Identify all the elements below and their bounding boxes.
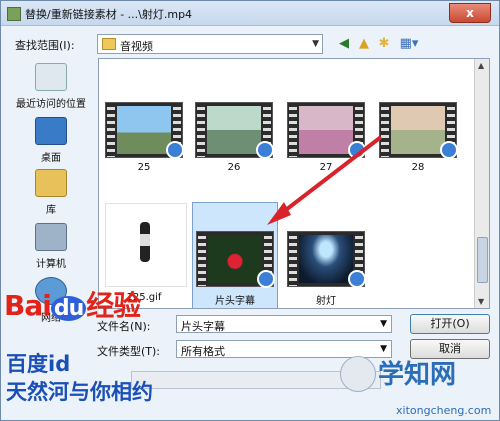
filetype-value: 所有格式 xyxy=(181,345,225,358)
close-button[interactable]: x xyxy=(449,3,491,23)
app-icon xyxy=(7,7,21,21)
site-watermark: 学知网 xyxy=(378,360,457,390)
scrollbar-thumb[interactable] xyxy=(477,237,488,283)
baidu-jingyan-logo: Bai du 经验 xyxy=(4,289,141,322)
libraries-icon xyxy=(35,169,67,197)
folder-icon xyxy=(102,38,116,50)
title-bar: 替换/重新链接素材 - ...\射灯.mp4 x xyxy=(1,1,499,26)
place-computer[interactable]: 计算机 xyxy=(7,223,95,270)
vertical-scrollbar[interactable]: ▲ ▼ xyxy=(474,59,489,308)
place-label: 最近访问的位置 xyxy=(16,99,86,110)
back-icon[interactable]: ◀ xyxy=(335,35,353,53)
lookin-select[interactable]: 音视频 ▼ xyxy=(97,34,323,54)
open-button[interactable]: 打开(O) xyxy=(410,314,490,334)
computer-icon xyxy=(35,223,67,251)
place-label: 计算机 xyxy=(36,259,66,270)
file-list[interactable]: 25 26 27 28 125.gif 片头字幕 射灯 ▲ ▼ xyxy=(98,58,490,309)
place-desktop[interactable]: 桌面 xyxy=(7,117,95,164)
watermark-line-2: 天然河与你相约 xyxy=(6,380,153,404)
place-label: 桌面 xyxy=(41,153,61,164)
watermark-line-1: 百度id xyxy=(6,352,71,376)
chevron-down-icon[interactable]: ▼ xyxy=(380,344,387,354)
filetype-label: 文件类型(T): xyxy=(97,345,161,358)
filename-input[interactable]: 片头字幕 ▼ xyxy=(176,315,392,333)
annotation-arrow xyxy=(267,135,383,225)
refresh-icon xyxy=(340,356,376,392)
view-menu-icon[interactable]: ▦▾ xyxy=(397,35,421,53)
new-folder-icon[interactable]: ✱ xyxy=(375,35,393,53)
recent-places-icon xyxy=(35,63,67,91)
up-folder-icon[interactable]: ▲ xyxy=(355,35,373,53)
place-recent[interactable]: 最近访问的位置 xyxy=(7,63,95,110)
filename-value: 片头字幕 xyxy=(181,320,225,333)
scroll-up-icon[interactable]: ▲ xyxy=(478,61,484,70)
chevron-down-icon[interactable]: ▼ xyxy=(380,319,387,329)
chevron-down-icon: ▼ xyxy=(312,39,319,49)
arrow-shaft xyxy=(272,135,383,221)
window-title: 替换/重新链接素材 - ...\射灯.mp4 xyxy=(25,8,193,21)
scroll-down-icon[interactable]: ▼ xyxy=(478,297,484,306)
lookin-value: 音视频 xyxy=(120,40,153,53)
place-label: 库 xyxy=(46,205,56,216)
site-url: xitongcheng.com xyxy=(396,404,492,417)
lookin-label: 查找范围(I): xyxy=(15,39,75,52)
arrow-head xyxy=(267,202,291,225)
place-libraries[interactable]: 库 xyxy=(7,169,95,216)
desktop-icon xyxy=(35,117,67,145)
